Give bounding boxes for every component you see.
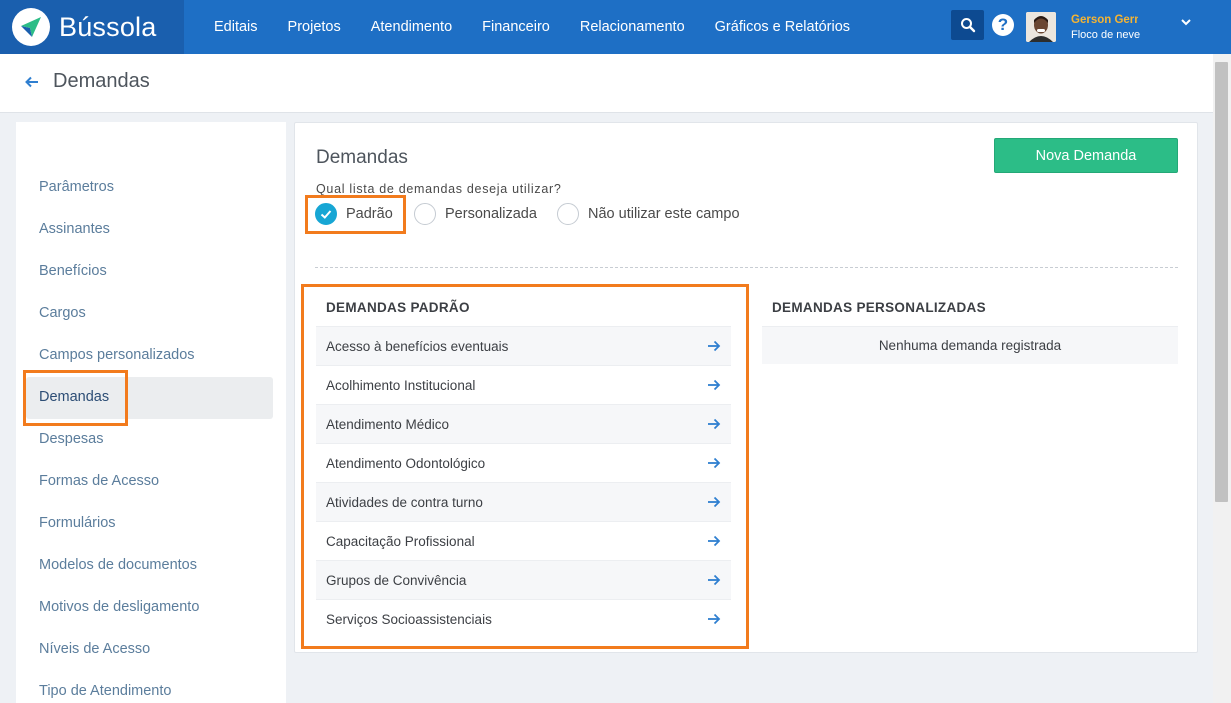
scrollbar-thumb[interactable] xyxy=(1215,62,1228,502)
main-nav: Editais Projetos Atendimento Financeiro … xyxy=(199,0,865,54)
radio-unchecked-icon[interactable] xyxy=(557,203,579,225)
list-choice-question: Qual lista de demandas deseja utilizar? xyxy=(316,182,562,196)
highlight-box-default-list xyxy=(301,284,749,649)
nav-item-editais[interactable]: Editais xyxy=(199,0,273,54)
chevron-down-icon[interactable] xyxy=(1180,16,1192,28)
new-demand-button[interactable]: Nova Demanda xyxy=(994,138,1178,173)
page-header: Demandas xyxy=(0,54,1213,113)
brand-name: Bússola xyxy=(59,11,157,42)
back-arrow-icon[interactable] xyxy=(24,74,40,90)
user-name[interactable]: Gerson Germano xyxy=(1071,14,1138,26)
sidebar-item-assinantes[interactable]: Assinantes xyxy=(39,221,110,237)
section-divider xyxy=(315,267,1178,268)
highlight-box-radio-padrao xyxy=(305,195,406,234)
avatar[interactable] xyxy=(1026,12,1056,42)
custom-list-empty-state: Nenhuma demanda registrada xyxy=(762,326,1178,364)
radio-unchecked-icon[interactable] xyxy=(414,203,436,225)
nav-item-financeiro[interactable]: Financeiro xyxy=(467,0,565,54)
sidebar-item-formularios[interactable]: Formulários xyxy=(39,515,116,531)
sidebar-item-campos-personalizados[interactable]: Campos personalizados xyxy=(39,347,195,363)
nav-item-atendimento[interactable]: Atendimento xyxy=(356,0,467,54)
radio-option-nao-utilizar[interactable]: Não utilizar este campo xyxy=(557,203,740,225)
card-title: Demandas xyxy=(316,147,408,168)
nav-item-relacionamento[interactable]: Relacionamento xyxy=(565,0,700,54)
sidebar-item-despesas[interactable]: Despesas xyxy=(39,431,103,447)
sidebar-item-modelos-de-documentos[interactable]: Modelos de documentos xyxy=(39,557,197,573)
search-button[interactable] xyxy=(951,10,984,40)
radio-label-personalizada: Personalizada xyxy=(445,206,537,222)
highlight-box-sidebar-demandas xyxy=(23,370,128,426)
search-icon xyxy=(960,18,975,33)
help-icon[interactable]: ? xyxy=(992,14,1014,36)
sidebar-item-cargos[interactable]: Cargos xyxy=(39,305,86,321)
nav-item-projetos[interactable]: Projetos xyxy=(273,0,356,54)
radio-option-personalizada[interactable]: Personalizada xyxy=(414,203,537,225)
sidebar-item-beneficios[interactable]: Benefícios xyxy=(39,263,107,279)
sidebar-item-formas-de-acesso[interactable]: Formas de Acesso xyxy=(39,473,159,489)
brand-logo[interactable]: Bússola xyxy=(0,0,184,54)
sidebar-item-parametros[interactable]: Parâmetros xyxy=(39,179,114,195)
compass-logo-icon xyxy=(12,8,50,46)
user-subtitle: Floco de neve xyxy=(1071,29,1141,41)
sidebar-item-tipo-de-atendimento[interactable]: Tipo de Atendimento xyxy=(39,683,171,699)
custom-list-title: DEMANDAS PERSONALIZADAS xyxy=(772,300,986,315)
top-navigation-bar: Bússola Editais Projetos Atendimento Fin… xyxy=(0,0,1231,54)
sidebar-item-motivos-de-desligamento[interactable]: Motivos de desligamento xyxy=(39,599,199,615)
page-title: Demandas xyxy=(53,70,150,92)
sidebar-item-niveis-de-acesso[interactable]: Níveis de Acesso xyxy=(39,641,150,657)
nav-item-graficos-relatorios[interactable]: Gráficos e Relatórios xyxy=(700,0,865,54)
radio-label-nao-utilizar: Não utilizar este campo xyxy=(588,206,740,222)
